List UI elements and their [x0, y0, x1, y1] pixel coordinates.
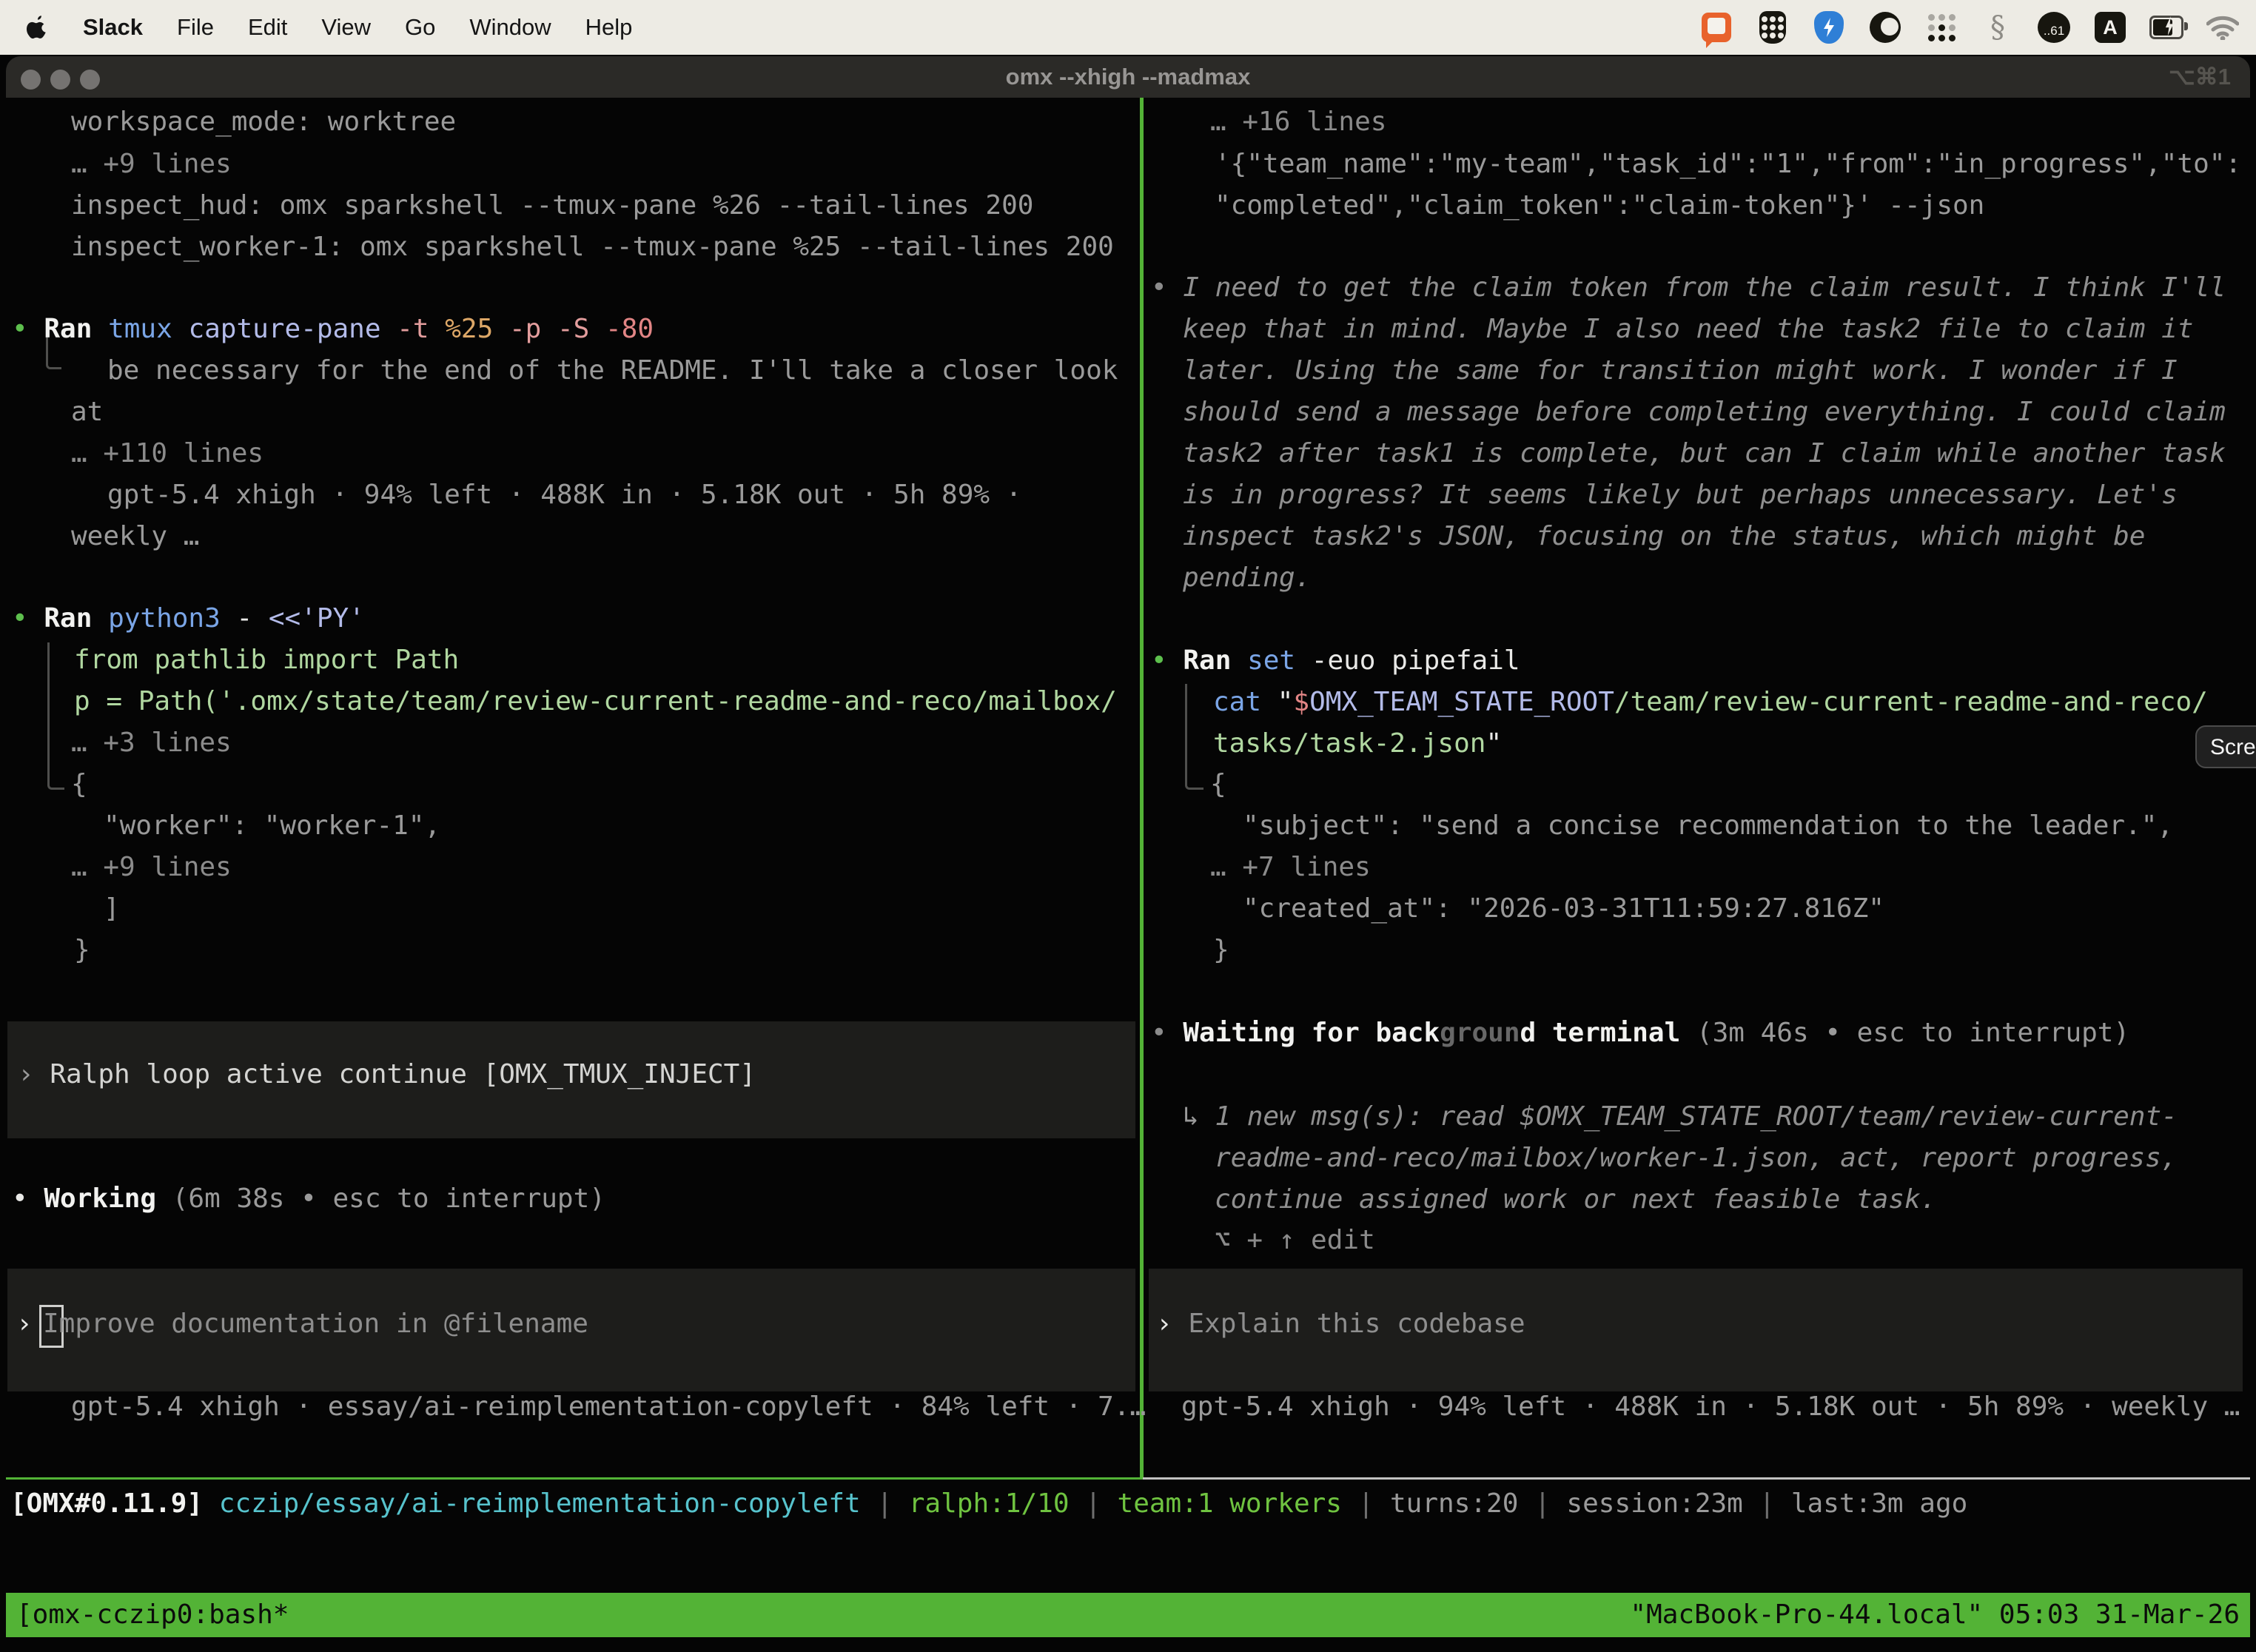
window-title-bar: omx --xhigh --madmax ⌥⌘1: [6, 56, 2250, 98]
terminal-line: from pathlib import Path: [74, 639, 459, 681]
terminal-line: is in progress? It seems likely but perh…: [1183, 474, 2178, 516]
terminal-line: weekly …: [71, 516, 199, 557]
terminal-line: … +9 lines: [71, 847, 232, 888]
menu-item-window[interactable]: Window: [469, 14, 551, 41]
terminal-line: {: [1210, 764, 1226, 805]
terminal-line: at: [71, 392, 103, 433]
terminal-line: gpt-5.4 xhigh · essay/ai-reimplementatio…: [71, 1386, 1146, 1428]
terminal-line: • Ran set -euo pipefail: [1151, 640, 1520, 682]
terminal-line: later. Using the same for transition mig…: [1183, 350, 2178, 392]
terminal-line: continue assigned work or next feasible …: [1215, 1179, 1936, 1220]
menu-item-edit[interactable]: Edit: [248, 14, 287, 41]
terminal-line: … +9 lines: [71, 144, 232, 185]
wifi-icon[interactable]: [2206, 10, 2240, 44]
apple-menu-icon[interactable]: [25, 13, 49, 41]
terminal-line: • Working (6m 38s • esc to interrupt): [12, 1178, 605, 1220]
terminal-line: gpt-5.4 xhigh · 94% left · 488K in · 5.1…: [1181, 1386, 2240, 1428]
input-source-icon[interactable]: A: [2093, 10, 2127, 44]
tmux-session-window[interactable]: [omx-cczip0:bash*: [16, 1593, 289, 1637]
omx-status-line: [OMX#0.11.9] cczip/essay/ai-reimplementa…: [10, 1483, 1967, 1525]
terminal-line: … +3 lines: [71, 722, 232, 764]
terminal-line: gpt-5.4 xhigh · 94% left · 488K in · 5.1…: [107, 474, 1021, 516]
terminal-line: "created_at": "2026-03-31T11:59:27.816Z": [1243, 888, 1884, 930]
ralph-loop-status: › Ralph loop active continue [OMX_TMUX_I…: [18, 1054, 756, 1095]
terminal-line: "completed","claim_token":"claim-token"}…: [1215, 185, 1984, 226]
terminal-line: pending.: [1183, 557, 1311, 599]
menu-item-help[interactable]: Help: [585, 14, 633, 41]
terminal-line: • Waiting for background terminal (3m 46…: [1151, 1013, 2129, 1054]
terminal-line: {: [71, 764, 87, 805]
terminal-line: inspect task2's JSON, focusing on the st…: [1183, 516, 2145, 557]
dots-grid-icon[interactable]: [1924, 10, 1958, 44]
menu-app-name[interactable]: Slack: [83, 14, 143, 41]
terminal-line: cat "$OMX_TEAM_STATE_ROOT/team/review-cu…: [1213, 682, 2208, 723]
screen: Slack File Edit View Go Window Help § ..…: [0, 0, 2256, 1652]
connector: [1185, 684, 1203, 790]
left-pane-bottom-border: [6, 1477, 1143, 1480]
tmux-status-bar: [omx-cczip0:bash* "MacBook-Pro-44.local"…: [6, 1593, 2250, 1637]
left-prompt-placeholder: Improve documentation in @filename: [43, 1303, 588, 1345]
terminal-line: keep that in mind. Maybe I also need the…: [1183, 309, 2193, 350]
terminal-line: inspect_worker-1: omx sparkshell --tmux-…: [71, 226, 1114, 268]
terminal-line: readme-and-reco/mailbox/worker-1.json, a…: [1215, 1138, 2177, 1179]
terminal-line: '{"team_name":"my-team","task_id":"1","f…: [1215, 144, 2241, 185]
crescent-circle-icon[interactable]: [1868, 10, 1902, 44]
menu-item-file[interactable]: File: [177, 14, 214, 41]
terminal-line: • I need to get the claim token from the…: [1151, 267, 2226, 309]
terminal-line: }: [1213, 930, 1229, 971]
terminal-line: }: [74, 930, 90, 971]
terminal-line: "worker": "worker-1",: [104, 805, 440, 847]
terminal-line: ↳ 1 new msg(s): read $OMX_TEAM_STATE_ROO…: [1183, 1096, 2178, 1138]
terminal-line: p = Path('.omx/state/team/review-current…: [74, 681, 1117, 722]
terminal-line: • Ran python3 - <<'PY': [12, 598, 365, 639]
terminal-line: tasks/task-2.json": [1213, 723, 1502, 765]
terminal-line: ⌥ + ↑ edit: [1215, 1220, 1375, 1261]
terminal-line: … +7 lines: [1210, 847, 1371, 888]
terminal-line: ]: [104, 888, 120, 930]
terminal-line: … +110 lines: [71, 433, 263, 474]
chat-app-icon[interactable]: [1699, 10, 1733, 44]
window-title: omx --xhigh --madmax: [6, 56, 2250, 98]
terminal-line: … +16 lines: [1210, 101, 1386, 143]
pane-divider[interactable]: [1140, 98, 1144, 1477]
right-pane-bottom-border: [1143, 1477, 2250, 1480]
menu-item-go[interactable]: Go: [405, 14, 435, 41]
terminal-line: should send a message before completing …: [1183, 392, 2226, 433]
terminal-line: inspect_hud: omx sparkshell --tmux-pane …: [71, 185, 1033, 226]
shield-bolt-icon[interactable]: [1812, 10, 1846, 44]
badge-61-icon[interactable]: ..61: [2037, 10, 2071, 44]
macos-menu-bar: Slack File Edit View Go Window Help § ..…: [0, 0, 2256, 55]
battery-icon[interactable]: [2149, 10, 2183, 44]
terminal-line: workspace_mode: worktree: [71, 101, 456, 143]
window-shortcut-badge: ⌥⌘1: [2169, 56, 2231, 98]
terminal-line: • Ran tmux capture-pane -t %25 -p -S -80: [12, 309, 654, 350]
right-prompt-text: › Explain this codebase: [1156, 1303, 1525, 1345]
keypad-shield-icon[interactable]: [1756, 10, 1790, 44]
screen-overlay-tooltip: Scre: [2195, 725, 2256, 768]
menu-item-view[interactable]: View: [321, 14, 371, 41]
terminal-line: be necessary for the end of the README. …: [107, 350, 1118, 392]
terminal-line: "subject": "send a concise recommendatio…: [1243, 805, 2173, 847]
tmux-host-clock: "MacBook-Pro-44.local" 05:03 31-Mar-26: [1630, 1593, 2240, 1637]
section-curl-icon[interactable]: §: [1981, 10, 2015, 44]
connector: [47, 642, 64, 790]
terminal-line: task2 after task1 is complete, but can I…: [1183, 433, 2226, 474]
